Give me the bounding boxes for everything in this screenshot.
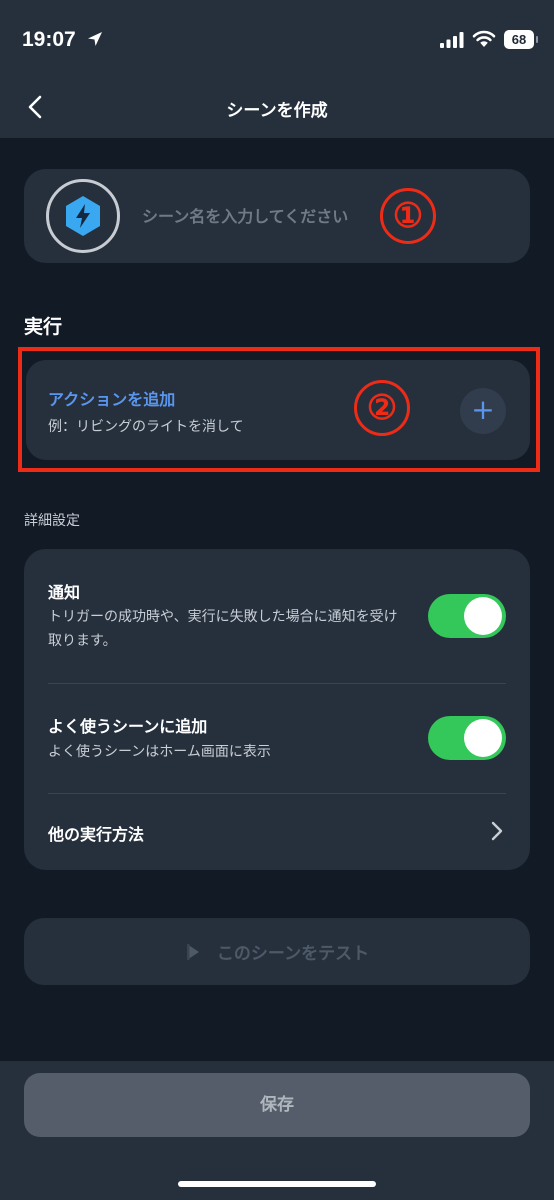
annotation-marker-2: ② xyxy=(354,380,410,436)
advanced-settings-card: 通知 トリガーの成功時や、実行に失敗した場合に通知を受け取ります。 よく使うシー… xyxy=(24,549,530,870)
lightning-icon xyxy=(66,196,100,236)
test-scene-button[interactable]: このシーンをテスト xyxy=(24,918,530,985)
annotation-highlight-box xyxy=(18,347,540,472)
status-time: 19:07 xyxy=(22,28,76,51)
test-scene-label: このシーンをテスト xyxy=(216,944,370,964)
notification-toggle[interactable] xyxy=(428,594,506,638)
status-bar: 19:07 68 xyxy=(0,0,554,80)
favorite-toggle[interactable] xyxy=(428,716,506,760)
scene-name-input[interactable] xyxy=(142,201,402,231)
divider xyxy=(48,683,506,684)
battery-icon: 68 xyxy=(504,30,538,49)
advanced-settings-label: 詳細設定 xyxy=(24,513,80,529)
annotation-marker-1: ① xyxy=(380,188,436,244)
signal-icon xyxy=(440,32,464,48)
location-arrow-icon xyxy=(88,32,102,46)
favorite-description: よく使うシーンはホーム画面に表示 xyxy=(48,744,271,760)
favorite-title: よく使うシーンに追加 xyxy=(48,717,208,736)
toggle-knob xyxy=(464,597,502,635)
execution-section-title: 実行 xyxy=(24,316,63,338)
play-icon xyxy=(186,943,199,960)
header-area: 19:07 68 シーンを作成 xyxy=(0,0,554,138)
battery-level: 68 xyxy=(511,32,527,47)
save-button[interactable]: 保存 xyxy=(24,1073,530,1137)
notification-title: 通知 xyxy=(48,583,81,602)
home-indicator xyxy=(178,1181,376,1187)
notification-description: トリガーの成功時や、実行に失敗した場合に通知を受け取ります。 xyxy=(48,609,398,649)
bottom-bar: 保存 xyxy=(0,1061,554,1200)
toggle-knob xyxy=(464,719,502,757)
scene-icon-button[interactable] xyxy=(46,179,120,253)
page-title: シーンを作成 xyxy=(226,101,328,121)
wifi-icon xyxy=(472,30,496,47)
scene-name-card xyxy=(24,169,530,263)
chevron-right-icon xyxy=(491,821,503,841)
other-methods-title: 他の実行方法 xyxy=(48,825,145,844)
